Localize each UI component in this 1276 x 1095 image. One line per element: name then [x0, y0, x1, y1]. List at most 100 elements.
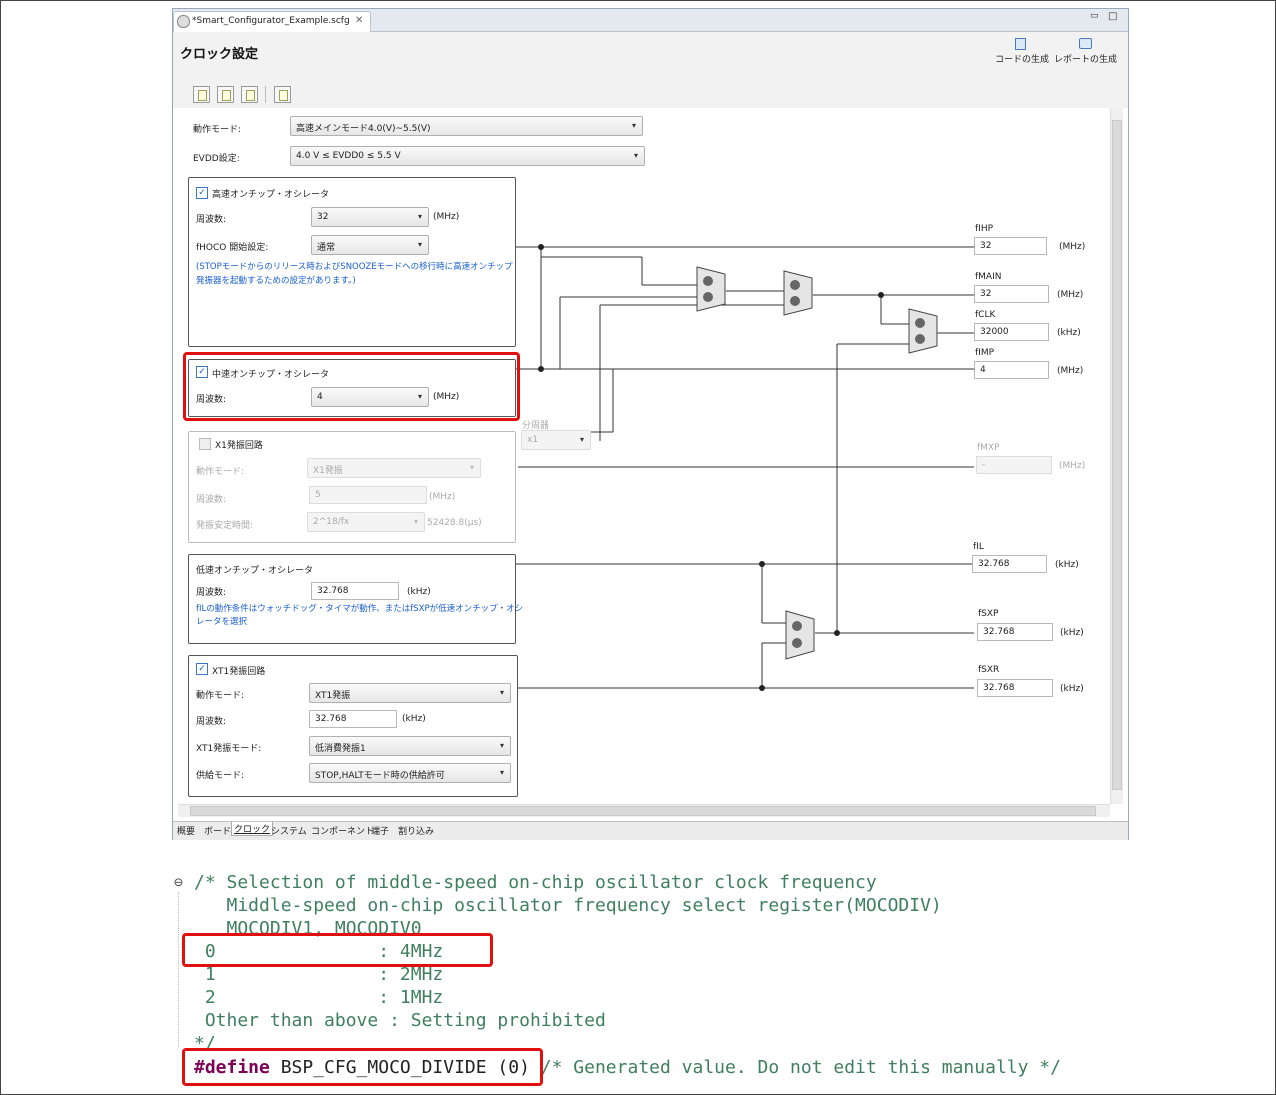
- tab-board[interactable]: ボード: [204, 824, 231, 837]
- moco-highlight-box: [183, 352, 520, 421]
- hoco-freq-value: 32: [317, 212, 329, 222]
- code-gutter-line: [178, 892, 180, 1047]
- hoco-freq-select[interactable]: 32 ▾: [311, 207, 429, 227]
- fihp-label: fIHP: [975, 224, 994, 234]
- dropdown-arrow-icon: ▾: [417, 212, 422, 221]
- loco-note-line-2: レータを選択: [196, 617, 248, 627]
- tab-pins[interactable]: 端子: [371, 824, 389, 837]
- tab-overview[interactable]: 概要: [177, 824, 195, 837]
- hoco-note-line-2: 発振器を起動するための設定があります。): [196, 276, 356, 286]
- xt1-mode-value: XT1発振: [315, 691, 351, 701]
- fihp-value: 32: [980, 241, 992, 251]
- subsystem-clock-selector-mux: [785, 610, 815, 660]
- xt1-checkbox[interactable]: ✓: [196, 663, 208, 675]
- xt1-freq-label: 周波数:: [196, 717, 227, 727]
- fold-icon[interactable]: ⊖: [174, 871, 183, 894]
- xt1-mode-select[interactable]: XT1発振 ▾: [309, 683, 511, 703]
- tab-component[interactable]: コンポーネント: [311, 824, 374, 837]
- xt1-supply-label: 供給モード:: [196, 771, 245, 781]
- fsxr-unit: (kHz): [1060, 684, 1084, 694]
- x1-checkbox[interactable]: [199, 438, 211, 450]
- tab-clock[interactable]: クロック: [231, 822, 274, 836]
- fimp-label: fIMP: [975, 348, 995, 358]
- code-comment-line-1: /* Selection of middle-speed on-chip osc…: [194, 872, 877, 893]
- xt1-supply-value: STOP,HALTモード時の供給許可: [315, 771, 445, 781]
- x1-mode-value: X1発振: [313, 466, 343, 476]
- fsxr-label: fSXR: [978, 665, 1000, 675]
- dropdown-arrow-icon: ▾: [499, 741, 504, 750]
- hoco-title: 高速オンチップ・オシレータ: [212, 190, 330, 200]
- xt1-freq-unit: (kHz): [402, 714, 426, 724]
- x1-title: X1発振回路: [215, 441, 263, 451]
- loco-freq-unit: (kHz): [407, 587, 431, 597]
- main-clock-selector-mux: [783, 270, 813, 316]
- hoco-start-select[interactable]: 通常 ▾: [311, 235, 429, 255]
- xt1-mode-label: 動作モード:: [196, 691, 245, 701]
- hoco-freq-unit: (MHz): [433, 212, 460, 222]
- fmain-label: fMAIN: [975, 272, 1002, 282]
- fclk-value: 32000: [980, 327, 1009, 337]
- tab-interrupts[interactable]: 割り込み: [398, 824, 434, 837]
- code-define-highlight-box: [182, 1048, 543, 1086]
- fmxp-value: -: [982, 460, 986, 470]
- x1-freq-input[interactable]: 5: [309, 486, 427, 504]
- fsxr-field[interactable]: 32.768: [977, 679, 1053, 697]
- x1-group: X1発振回路 動作モード: X1発振 ▾ 周波数: 5 (MHz) 発振安定時間:…: [188, 431, 516, 543]
- code-4mhz-highlight-box: [182, 933, 493, 967]
- hoco-freq-label: 周波数:: [196, 215, 227, 225]
- xt1-group: ✓ XT1発振回路 動作モード: XT1発振 ▾ 周波数: 32.768 (kHz…: [188, 655, 518, 797]
- x1-stab-label: 発振安定時間:: [196, 521, 254, 531]
- fimp-field[interactable]: 4: [974, 361, 1049, 379]
- x1-freq-value: 5: [315, 490, 321, 500]
- loco-freq-input[interactable]: 32.768: [311, 582, 399, 600]
- fimp-value: 4: [980, 365, 986, 375]
- fclk-label: fCLK: [975, 310, 996, 320]
- define-comment: /* Generated value. Do not edit this man…: [529, 1057, 1061, 1078]
- tab-system[interactable]: システム: [271, 824, 307, 837]
- hoco-checkbox[interactable]: ✓: [196, 187, 208, 199]
- x1-mode-select[interactable]: X1発振 ▾: [307, 458, 481, 478]
- fmxp-unit: (MHz): [1059, 461, 1086, 471]
- x1-mode-label: 動作モード:: [196, 467, 245, 477]
- fihp-field[interactable]: 32: [974, 237, 1047, 255]
- dropdown-arrow-icon: ▾: [417, 240, 422, 249]
- x1-stab-result: 52428.8(μs): [427, 518, 482, 528]
- hoco-moco-selector-mux: [696, 266, 726, 312]
- fsxp-label: fSXP: [978, 609, 999, 619]
- divider-value: x1: [527, 435, 539, 445]
- fmain-field[interactable]: 32: [974, 285, 1049, 303]
- fmxp-label: fMXP: [977, 443, 1000, 453]
- loco-freq-label: 周波数:: [196, 588, 227, 598]
- loco-note-line-1: fILの動作条件はウォッチドッグ・タイマが動作、またはfSXPが低速オンチップ・…: [196, 604, 524, 614]
- loco-group: 低速オンチップ・オシレータ 周波数: 32.768 (kHz) fILの動作条件…: [188, 554, 523, 644]
- fmxp-field[interactable]: -: [976, 456, 1052, 474]
- fil-field[interactable]: 32.768: [972, 555, 1047, 573]
- dropdown-arrow-icon: ▾: [499, 768, 504, 777]
- xt1-osc-mode-select[interactable]: 低消費発振1 ▾: [309, 736, 511, 756]
- dropdown-arrow-icon: ▾: [499, 688, 504, 697]
- fmain-value: 32: [980, 289, 992, 299]
- xt1-supply-select[interactable]: STOP,HALTモード時の供給許可 ▾: [309, 763, 511, 783]
- xt1-title: XT1発振回路: [212, 667, 266, 677]
- x1-freq-label: 周波数:: [196, 495, 227, 505]
- hoco-group: ✓ 高速オンチップ・オシレータ 周波数: 32 ▾ (MHz) fHOCO 開始設…: [188, 177, 516, 347]
- fclk-field[interactable]: 32000: [974, 323, 1049, 341]
- x1-stab-select[interactable]: 2^18/fx ▾: [307, 512, 425, 532]
- bottom-tabbar: 概要 ボード クロック システム コンポーネント 端子 割り込み: [173, 821, 1128, 840]
- fsxp-field[interactable]: 32.768: [977, 623, 1053, 641]
- smart-configurator-window: *Smart_Configurator_Example.scfg ✕ ▭ □ ク…: [172, 8, 1129, 840]
- dropdown-arrow-icon: ▾: [413, 517, 418, 526]
- fihp-unit: (MHz): [1059, 242, 1086, 252]
- hoco-start-value: 通常: [317, 243, 336, 253]
- fsxp-unit: (kHz): [1060, 628, 1084, 638]
- x1-freq-unit: (MHz): [429, 492, 456, 502]
- fsxp-value: 32.768: [983, 627, 1015, 637]
- hoco-note-line-1: (STOPモードからのリリース時およびSNOOZEモードへの移行時に高速オンチッ…: [196, 262, 513, 272]
- divider-select[interactable]: x1 ▾: [521, 430, 591, 450]
- fclk-unit: (kHz): [1057, 328, 1081, 338]
- hoco-start-label: fHOCO 開始設定:: [196, 243, 269, 253]
- x1-stab-value: 2^18/fx: [313, 517, 350, 527]
- xt1-freq-input[interactable]: 32.768: [309, 710, 397, 728]
- xt1-freq-value: 32.768: [315, 714, 347, 724]
- fimp-unit: (MHz): [1057, 366, 1084, 376]
